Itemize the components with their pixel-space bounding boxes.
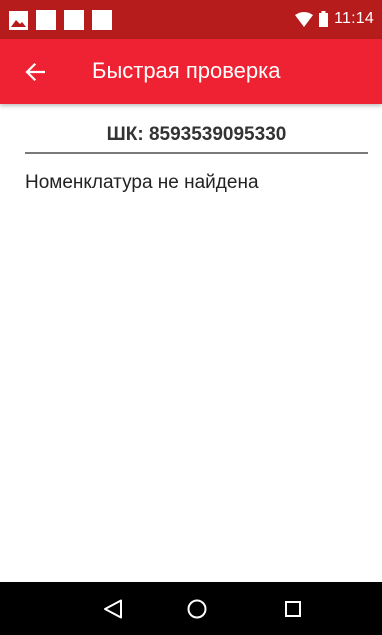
notification-square-icon: [36, 10, 56, 30]
app-bar: Быстрая проверка: [0, 39, 382, 104]
nav-back-button[interactable]: [98, 594, 128, 624]
recents-square-icon: [285, 601, 301, 617]
barcode-label: ШК: 8593539095330: [25, 118, 368, 154]
nav-home-button[interactable]: [182, 594, 212, 624]
home-circle-icon: [187, 599, 207, 619]
notification-square-icon: [92, 10, 112, 30]
system-status-icons: 11:14: [295, 8, 374, 30]
back-triangle-icon: [104, 599, 122, 619]
page-title: Быстрая проверка: [92, 58, 281, 83]
wifi-icon: [295, 11, 314, 27]
arrow-back-icon: [25, 62, 45, 82]
image-notification-icon: [9, 10, 28, 30]
status-clock: 11:14: [334, 10, 374, 27]
back-button[interactable]: [20, 57, 50, 87]
status-bar: 11:14: [0, 0, 382, 39]
navigation-bar: [0, 582, 382, 635]
not-found-message: Номенклатура не найдена: [25, 172, 259, 193]
notification-square-icon: [64, 10, 84, 30]
battery-icon: [319, 11, 329, 27]
nav-recents-button[interactable]: [278, 594, 308, 624]
notification-icons: [9, 9, 112, 31]
